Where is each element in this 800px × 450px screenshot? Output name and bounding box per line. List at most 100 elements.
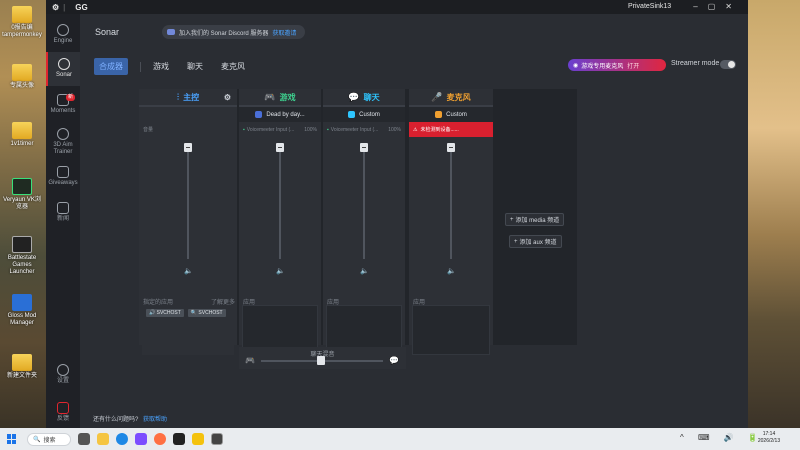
channel-header: ⫶ 主控 ⚙	[139, 89, 237, 107]
chat-icon: 💬	[348, 91, 360, 102]
add-aux-channel-button[interactable]: + 添加 aux 频道	[509, 235, 562, 248]
page-title: Sonar	[95, 27, 120, 37]
channel-settings-gear-icon[interactable]: ⚙	[224, 93, 231, 102]
steelseries-gg-taskbar-icon[interactable]	[211, 433, 223, 445]
desktop-icon-folder[interactable]: 1v1timer	[2, 122, 42, 148]
sidebar-item-moments[interactable]: 新 Moments	[46, 94, 80, 115]
vpn-app-icon	[12, 178, 32, 195]
desktop-icon-gmm[interactable]: Gloss Mod Manager	[2, 294, 42, 327]
app-icon[interactable]	[135, 433, 147, 445]
warning-icon: ⚠	[413, 126, 418, 133]
desktop-icon-vpn[interactable]: Veryaun VK浏览器	[2, 178, 42, 211]
title-bar: ⚙ | GG PrivateSink13 –▢✕	[46, 0, 748, 14]
file-explorer-icon[interactable]	[97, 433, 109, 445]
new-badge: 新	[66, 94, 76, 101]
taskbar-search[interactable]: 🔍 搜索	[27, 432, 71, 446]
channel-device-select[interactable]: Custom	[409, 107, 493, 122]
help-footer: 还有什么问题吗? 获取帮助	[93, 414, 167, 423]
fader-track[interactable]	[363, 147, 365, 259]
gift-icon	[57, 166, 69, 178]
mixer-panel: ⫶ 主控 ⚙ 音量 🔈 指定的应用 了解更多 🔊 SVCHOST 🔍 SVCHOST	[139, 89, 577, 355]
tab-microphone[interactable]: 麦克风	[221, 61, 245, 72]
folder-icon	[12, 64, 32, 81]
task-view-icon[interactable]	[78, 433, 90, 445]
discord-text: 加入我们的 Sonar Discord 服务器	[179, 30, 269, 37]
chatmix-slider: 聊天混音 🎮 💬	[239, 347, 406, 369]
channel-master: ⫶ 主控 ⚙ 音量 🔈 指定的应用 了解更多 🔊 SVCHOST 🔍 SVCHOST	[139, 89, 237, 355]
speaker-icon[interactable]: 🔈	[276, 267, 285, 275]
clock-date: 2026/2/13	[757, 438, 781, 444]
desktop-icon-folder[interactable]: 0报告编 tampermonkey	[2, 6, 42, 39]
help-text: 还有什么问题吗?	[93, 417, 139, 423]
gg-logo-icon: ⚙	[52, 2, 60, 12]
fader-track[interactable]	[279, 147, 281, 259]
volume-label: 音量	[143, 127, 154, 133]
channel-name: 麦克风	[446, 92, 471, 102]
sidebar-item-label: 新闻	[56, 216, 69, 222]
app-chip-label: SVCHOST	[156, 310, 181, 316]
tab-chat[interactable]: 聊天	[187, 61, 203, 72]
apps-box	[412, 305, 490, 355]
desktop-icon-label: Gloss Mod Manager	[7, 313, 37, 326]
fader-knob[interactable]	[184, 143, 192, 152]
channel-device-select[interactable]: Custom	[323, 107, 405, 122]
sidebar-item-news[interactable]: 新闻	[46, 202, 80, 223]
fader-knob[interactable]	[276, 143, 284, 152]
user-name[interactable]: PrivateSink13	[628, 3, 671, 10]
discord-invite-link[interactable]: 获取邀请	[272, 28, 296, 37]
speaker-icon[interactable]: 🔈	[447, 267, 456, 275]
sidebar-item-sonar[interactable]: Sonar	[46, 52, 80, 86]
app-icon[interactable]	[173, 433, 185, 445]
feedback-icon	[57, 402, 69, 414]
device-icon	[435, 111, 443, 118]
desktop-icon-label: Veryaun VK浏览器	[3, 197, 41, 210]
settings-gear-icon	[57, 364, 69, 376]
channel-sub-row: ▪ Voicemeeter Input (... 100%	[323, 122, 405, 137]
desktop-icon-folder[interactable]: 新建文件夹	[2, 354, 42, 380]
sidebar-item-settings[interactable]: 设置	[46, 364, 80, 385]
windows-start-icon[interactable]	[7, 434, 17, 444]
sidebar-item-label: Moments	[50, 108, 76, 114]
fader-track[interactable]	[450, 147, 452, 259]
folder-icon	[12, 6, 32, 23]
tab-mixer[interactable]: 合成器	[94, 58, 128, 75]
fader-track[interactable]	[187, 147, 189, 259]
desktop-icon-bsg[interactable]: Battlestate Games Launcher	[2, 236, 42, 276]
add-media-channel-button[interactable]: + 添加 media 频道	[505, 213, 565, 226]
speaker-icon[interactable]: 🔈	[184, 267, 193, 275]
channel-sub-row: 音量	[139, 122, 237, 137]
fader-knob[interactable]	[447, 143, 455, 152]
sidebar-item-giveaways[interactable]: Giveaways	[46, 166, 80, 187]
microphone-icon: 🎤	[431, 91, 443, 102]
firefox-icon[interactable]	[154, 433, 166, 445]
speaker-icon[interactable]: 🔈	[360, 267, 369, 275]
sidebar-item-feedback[interactable]: 反馈	[46, 402, 80, 423]
app-chip[interactable]: 🔊 SVCHOST	[146, 309, 184, 317]
channel-device-select[interactable]: Dead by day...	[239, 107, 321, 122]
channel-device	[139, 107, 237, 122]
output-icon: ▪	[327, 126, 329, 133]
app-chip[interactable]: 🔍 SVCHOST	[187, 309, 226, 317]
output-device: Voicemeeter Input (...	[330, 126, 379, 133]
discord-invite-banner[interactable]: 加入我们的 Sonar Discord 服务器 获取邀请	[162, 25, 305, 39]
game-mic-banner[interactable]: ◉ 游戏专用麦克风 打开	[568, 59, 666, 71]
desktop-icon-folder[interactable]: 专属头像	[2, 64, 42, 90]
streamer-mode-toggle[interactable]	[720, 60, 736, 69]
get-help-link[interactable]: 获取帮助	[143, 417, 167, 423]
edge-browser-icon[interactable]	[116, 433, 128, 445]
app-icon[interactable]	[192, 433, 204, 445]
window-controls[interactable]: –▢✕	[693, 2, 742, 11]
mic-banner-open-link[interactable]: 打开	[627, 61, 639, 70]
chatmix-knob[interactable]	[317, 356, 325, 365]
taskbar-clock[interactable]: 17:14 2026/2/13	[752, 431, 786, 445]
sliders-icon: ⫶	[176, 91, 180, 102]
tab-game[interactable]: 游戏	[153, 61, 169, 72]
no-device-warning[interactable]: ⚠ 未检测到设备......	[409, 122, 493, 137]
sidebar-item-aim-trainer[interactable]: 3D Aim Trainer	[46, 128, 80, 156]
sidebar-item-label: Giveaways	[48, 180, 78, 186]
crosshair-icon	[57, 128, 69, 140]
fader-knob[interactable]	[360, 143, 368, 152]
streamer-mode-label: Streamer mode	[671, 60, 720, 67]
folder-icon	[12, 354, 32, 371]
sidebar-item-engine[interactable]: Engine	[46, 24, 80, 45]
